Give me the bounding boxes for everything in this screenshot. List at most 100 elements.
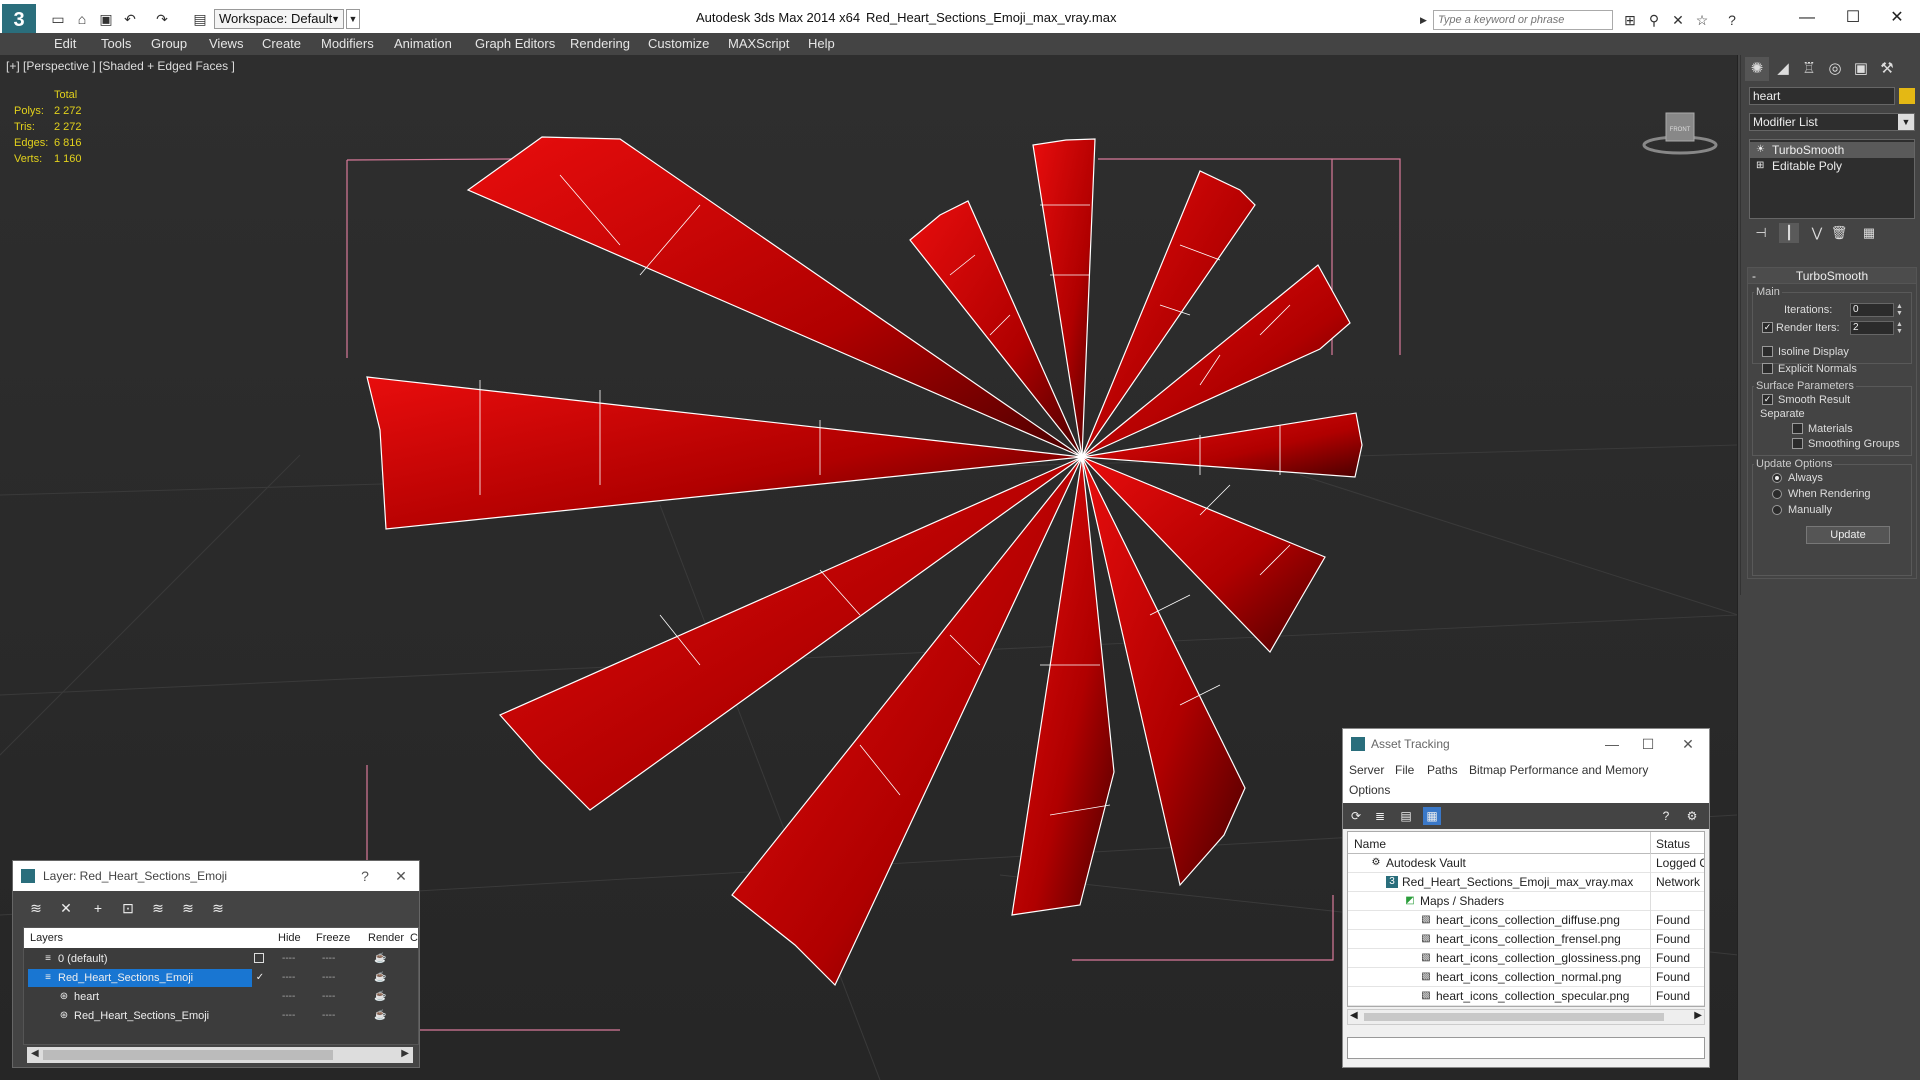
menu-tools[interactable]: Tools [101,36,131,51]
col-layers[interactable]: Layers [30,928,63,948]
list-item[interactable]: ≡ Red_Heart_Sections_Emoji ✓ ---- ---- ☕ [24,969,418,988]
table-view-icon[interactable]: ▤ [1397,807,1415,825]
display-tab-icon[interactable]: ▣ [1849,57,1873,81]
asset-horizontal-scrollbar[interactable]: ◀ ▶ [1347,1009,1705,1025]
table-row[interactable]: ▧ heart_icons_collection_diffuse.png Fou… [1348,911,1704,930]
menu-customize[interactable]: Customize [648,36,709,51]
scrollbar-thumb[interactable] [1364,1013,1664,1021]
open-file-icon[interactable]: ⌂ [72,9,92,29]
hide-all-layers-icon[interactable]: ≋ [177,897,199,919]
current-layer-box-icon[interactable] [254,953,264,963]
freeze-toggle[interactable]: ---- [322,950,335,968]
render-teapot-icon[interactable]: ☕ [374,991,386,1003]
scrollbar-thumb[interactable] [43,1050,333,1060]
motion-tab-icon[interactable]: ◎ [1823,57,1847,81]
grid-view-icon[interactable]: ▦ [1423,807,1441,825]
maximize-button[interactable]: ☐ [1830,4,1876,32]
menu-help[interactable]: Help [808,36,835,51]
render-iters-spinner[interactable]: 2 [1850,321,1894,335]
create-tab-icon[interactable]: ✺ [1745,57,1769,81]
isoline-display-checkbox[interactable] [1762,346,1773,357]
spinner-arrows-icon[interactable]: ▲ ▼ [1896,321,1904,335]
col-status[interactable]: Status [1656,837,1690,851]
freeze-toggle[interactable]: ---- [322,969,335,987]
col-hide[interactable]: Hide [278,928,301,948]
menu-rendering[interactable]: Rendering [570,36,630,51]
minimize-button[interactable]: — [1597,734,1627,754]
render-teapot-icon[interactable]: ☕ [374,1010,386,1022]
help-button[interactable]: ? [353,866,377,886]
list-view-icon[interactable]: ≣ [1371,807,1389,825]
table-row[interactable]: ◩ Maps / Shaders [1348,892,1704,911]
new-file-icon[interactable]: ▭ [48,9,68,29]
undo-icon[interactable]: ↶ [120,9,140,29]
spinner-arrows-icon[interactable]: ▲ ▼ [1896,303,1904,317]
menu-group[interactable]: Group [151,36,187,51]
scroll-right-icon[interactable]: ▶ [1694,1010,1702,1021]
hide-toggle[interactable]: ---- [282,969,295,987]
modifier-list-dropdown[interactable]: Modifier List ▼ [1749,113,1915,131]
minimize-button[interactable]: — [1784,4,1830,32]
help-icon[interactable]: ? [1657,807,1675,825]
scroll-left-icon[interactable]: ◀ [31,1048,39,1059]
scroll-right-icon[interactable]: ▶ [401,1048,409,1059]
menu-paths[interactable]: Paths [1427,763,1458,777]
remove-modifier-icon[interactable]: 🗑 [1829,223,1849,243]
asset-tracking-titlebar[interactable]: Asset Tracking — ☐ ✕ [1343,729,1709,759]
col-name[interactable]: Name [1354,837,1386,851]
list-item[interactable]: ≡ 0 (default) ---- ---- ☕ [24,950,418,969]
object-color-swatch[interactable] [1899,88,1915,104]
when-rendering-radio[interactable] [1772,489,1782,499]
render-teapot-icon[interactable]: ☕ [374,972,386,984]
layer-dialog-titlebar[interactable]: Layer: Red_Heart_Sections_Emoji ? ✕ [13,861,419,891]
update-button[interactable]: Update [1806,526,1890,544]
table-row[interactable]: ▧ heart_icons_collection_frensel.png Fou… [1348,930,1704,949]
settings-icon[interactable]: ⚙ [1683,807,1701,825]
chevron-right-icon[interactable]: ▶ [1420,10,1432,30]
workspace-dropdown[interactable]: Workspace: Default ▼ [214,9,344,29]
communication-icon[interactable]: ✕ [1668,10,1688,30]
project-folder-icon[interactable]: ▤ [190,9,210,29]
menu-edit[interactable]: Edit [54,36,76,51]
menu-animation[interactable]: Animation [394,36,452,51]
scroll-left-icon[interactable]: ◀ [1350,1010,1358,1021]
smooth-result-checkbox[interactable]: ✓ [1762,394,1773,405]
smoothing-groups-checkbox[interactable] [1792,438,1803,449]
utilities-tab-icon[interactable]: ⚒ [1875,57,1899,81]
layer-horizontal-scrollbar[interactable]: ◀ ▶ [27,1047,413,1063]
current-layer-check-icon[interactable]: ✓ [254,972,266,984]
close-button[interactable]: ✕ [1673,734,1703,754]
list-item[interactable]: ⊛ Red_Heart_Sections_Emoji ---- ---- ☕ [24,1007,418,1026]
freeze-toggle[interactable]: ---- [322,1007,335,1025]
refresh-icon[interactable]: ⟳ [1347,807,1365,825]
make-unique-icon[interactable]: ⋁ [1807,223,1827,243]
close-button[interactable]: ✕ [1874,4,1920,32]
list-item[interactable]: ⊛ heart ---- ---- ☕ [24,988,418,1007]
freeze-toggle[interactable]: ---- [322,988,335,1006]
keyword-search-input[interactable] [1433,10,1613,30]
turbosmooth-rollout-header[interactable]: - TurboSmooth [1748,268,1916,284]
stack-item-turbosmooth[interactable]: ☀ TurboSmooth [1750,142,1914,158]
menu-options[interactable]: Options [1349,783,1390,797]
table-row[interactable]: ▧ heart_icons_collection_normal.png Foun… [1348,968,1704,987]
configure-sets-icon[interactable]: ▦ [1859,223,1879,243]
binoculars-icon[interactable]: ⊞ [1620,10,1640,30]
menu-maxscript[interactable]: MAXScript [728,36,789,51]
asset-status-field[interactable] [1347,1037,1705,1059]
render-teapot-icon[interactable]: ☕ [374,953,386,965]
favorites-star-icon[interactable]: ☆ [1692,10,1712,30]
render-iters-checkbox[interactable]: ✓ [1762,322,1773,333]
create-layer-icon[interactable]: ≋ [25,897,47,919]
stack-item-editable-poly[interactable]: ⊞ Editable Poly [1750,158,1914,174]
hide-toggle[interactable]: ---- [282,950,295,968]
table-row[interactable]: ▧ heart_icons_collection_glossiness.png … [1348,949,1704,968]
subscription-icon[interactable]: ⚲ [1644,10,1664,30]
materials-checkbox[interactable] [1792,423,1803,434]
highlight-layer-icon[interactable]: ≋ [147,897,169,919]
add-to-layer-icon[interactable]: + [87,897,109,919]
delete-layer-icon[interactable]: ✕ [55,897,77,919]
manually-radio[interactable] [1772,505,1782,515]
menu-file[interactable]: File [1395,763,1414,777]
quick-access-dropdown-icon[interactable]: ▼ [346,9,360,29]
menu-create[interactable]: Create [262,36,301,51]
